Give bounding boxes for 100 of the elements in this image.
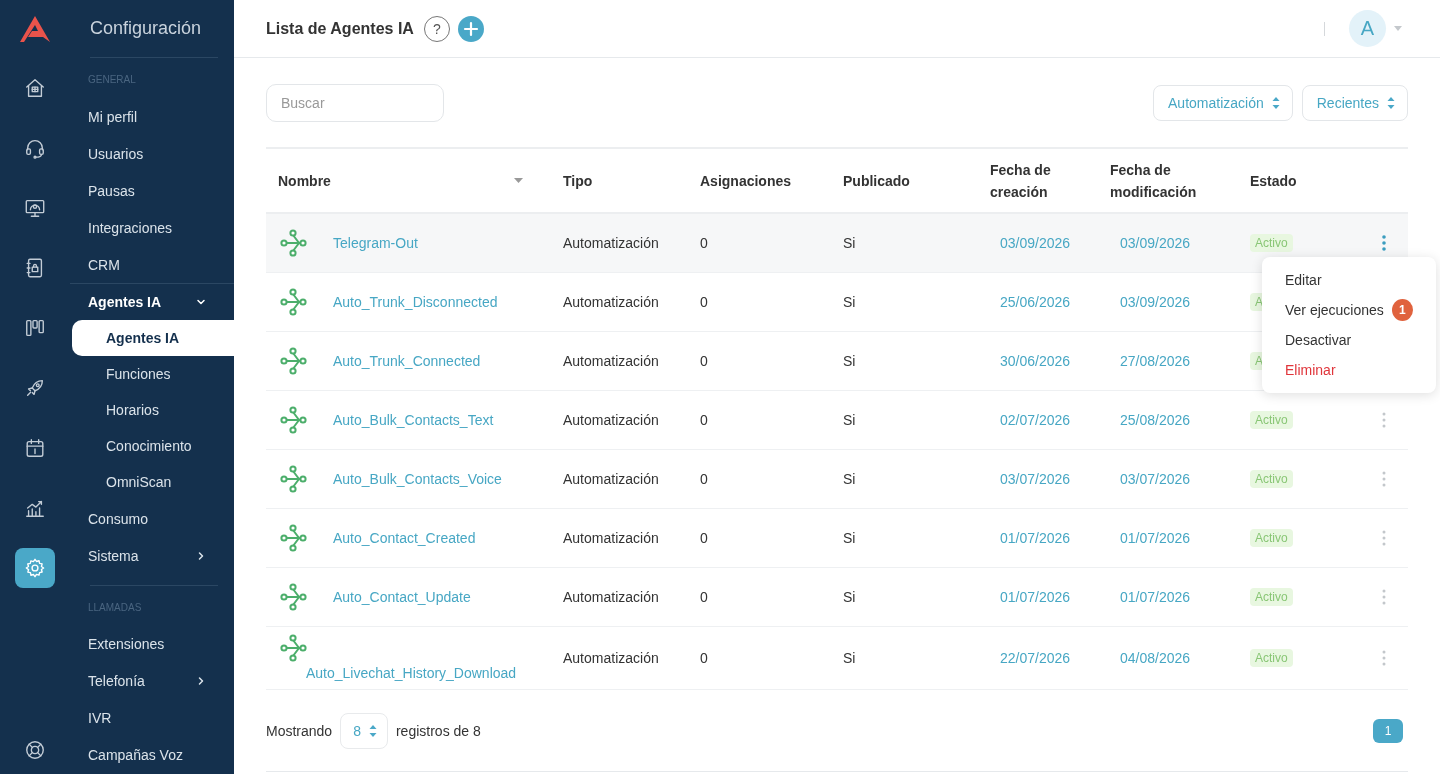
sidebar-item[interactable]: CRM (70, 246, 234, 283)
table-cell-text: 03/09/2026 (1119, 234, 1192, 253)
table-cell-text: 01/07/2026 (999, 529, 1072, 548)
records-label: registros de 8 (395, 722, 481, 739)
add-button[interactable] (457, 15, 484, 42)
table-cell-text: 03/07/2026 (1119, 470, 1192, 489)
page-title: Lista de Agentes IA (266, 19, 414, 38)
table-cell-text: Si (842, 588, 857, 607)
monitor-icon (24, 197, 46, 219)
workflow-icon (280, 287, 307, 317)
calendar-icon (24, 437, 46, 459)
table-cell-text: 0 (699, 588, 709, 607)
rocket-icon (24, 377, 46, 399)
workflow-icon (280, 464, 307, 494)
table-cell-text: Automatización (562, 588, 660, 607)
sidebar-item[interactable]: Extensiones (70, 625, 234, 662)
table-cell-text: Automatización (562, 234, 660, 253)
table-cell-text: 30/06/2026 (999, 352, 1072, 371)
table-cell-text: Automatización (562, 411, 660, 430)
table-cell-text: Automatización (562, 352, 660, 371)
headset-icon (24, 137, 46, 159)
sidebar-item[interactable]: Sistema (70, 537, 234, 574)
chevron-down-icon (196, 297, 206, 307)
column-header: Fecha de modificación (1109, 160, 1198, 202)
sidebar-subitem[interactable]: Agentes IA (72, 320, 234, 356)
help-icon[interactable] (24, 739, 46, 761)
sidebar-subitem[interactable]: Funciones (72, 356, 234, 392)
table-cell-text: Automatización (562, 649, 660, 668)
column-header[interactable]: Nombre (266, 149, 551, 212)
table-cell-text: 27/08/2026 (1119, 352, 1192, 371)
workflow-icon (280, 346, 307, 376)
help-button[interactable]: ? (423, 15, 450, 42)
sidebar-item[interactable]: Campañas Voz (70, 736, 234, 773)
table-cell-text: Si (842, 352, 857, 371)
column-header: Publicado (842, 171, 911, 191)
table-cell-text: 04/08/2026 (1119, 649, 1192, 668)
menu-item[interactable]: Desactivar (1262, 325, 1436, 355)
table-cell-text: 03/09/2026 (999, 234, 1072, 253)
workflow-icon (280, 633, 307, 663)
table-cell-text: Automatización (562, 529, 660, 548)
column-header: Asignaciones (699, 171, 793, 191)
settings-icon (24, 557, 46, 579)
table-cell-text: Si (842, 234, 857, 253)
sidebar-item[interactable]: Usuarios (70, 135, 234, 172)
table-cell-text: 0 (699, 234, 709, 253)
kebab-menu-icon[interactable] (1382, 235, 1386, 251)
sidebar-item[interactable]: IVR (70, 699, 234, 736)
sidebar-item[interactable]: Telefonía (70, 662, 234, 699)
table-cell-text: 25/06/2026 (999, 293, 1072, 312)
status-badge: Activo (1250, 649, 1293, 667)
sidebar-item[interactable]: Pausas (70, 172, 234, 209)
table-cell-text: Si (842, 411, 857, 430)
column-header: Estado (1249, 171, 1298, 191)
table-cell-text: 0 (699, 411, 709, 430)
chevron-right-icon (196, 675, 206, 686)
table-cell-text: 0 (699, 529, 709, 548)
count-badge: 1 (1391, 299, 1413, 321)
sidebar-item[interactable]: Consumo (70, 500, 234, 537)
sidebar-subitem[interactable]: OmniScan (72, 464, 234, 500)
table-cell-text: 0 (699, 649, 709, 668)
table-cell-text: 22/07/2026 (999, 649, 1072, 668)
sidebar-item[interactable]: Mi perfil (70, 98, 234, 135)
sort-caret-icon (514, 178, 523, 183)
table-cell-text: Automatización (562, 293, 660, 312)
sidebar-title: Configuración (90, 0, 218, 58)
workflow-icon (280, 405, 307, 435)
column-header: Tipo (562, 171, 594, 191)
workflow-icon (280, 228, 307, 258)
sidebar-subitem[interactable]: Conocimiento (72, 428, 234, 464)
workflow-icon (280, 523, 307, 553)
chevron-right-icon (196, 550, 206, 561)
workflow-icon (280, 582, 307, 612)
status-badge: Activo (1250, 588, 1293, 606)
table-cell-text: 01/07/2026 (1119, 588, 1192, 607)
kanban-icon (24, 317, 46, 339)
table-cell-text: Si (842, 529, 857, 548)
column-header: Fecha de creación (989, 160, 1052, 202)
menu-item[interactable]: Editar (1262, 265, 1436, 295)
sort-arrows-icon (1387, 97, 1395, 109)
sort-arrows-icon (1271, 97, 1280, 109)
status-badge: Activo (1250, 411, 1293, 429)
table-cell-text: 02/07/2026 (999, 411, 1072, 430)
showing-label: Mostrando (266, 722, 333, 739)
table-cell-text: 0 (699, 352, 709, 371)
table-cell-text: Si (842, 470, 857, 489)
table-cell-text: Automatización (562, 470, 660, 489)
table-cell-text: 03/09/2026 (1119, 293, 1192, 312)
search-field[interactable]: Buscar (266, 84, 444, 122)
table-cell-text: Si (842, 293, 857, 312)
rail-button[interactable] (15, 548, 55, 588)
table-cell-text: 25/08/2026 (1119, 411, 1192, 430)
sort-arrows-icon (368, 724, 377, 737)
status-badge: Activo (1250, 529, 1293, 547)
table-cell-text: 03/07/2026 (999, 470, 1072, 489)
status-badge: Activo (1250, 470, 1293, 488)
logo-icon[interactable] (19, 15, 51, 43)
table-cell-text: 0 (699, 293, 709, 312)
sidebar-subitem[interactable]: Horarios (72, 392, 234, 428)
sidebar-item[interactable]: Integraciones (70, 209, 234, 246)
table-cell-text: Si (842, 649, 857, 668)
